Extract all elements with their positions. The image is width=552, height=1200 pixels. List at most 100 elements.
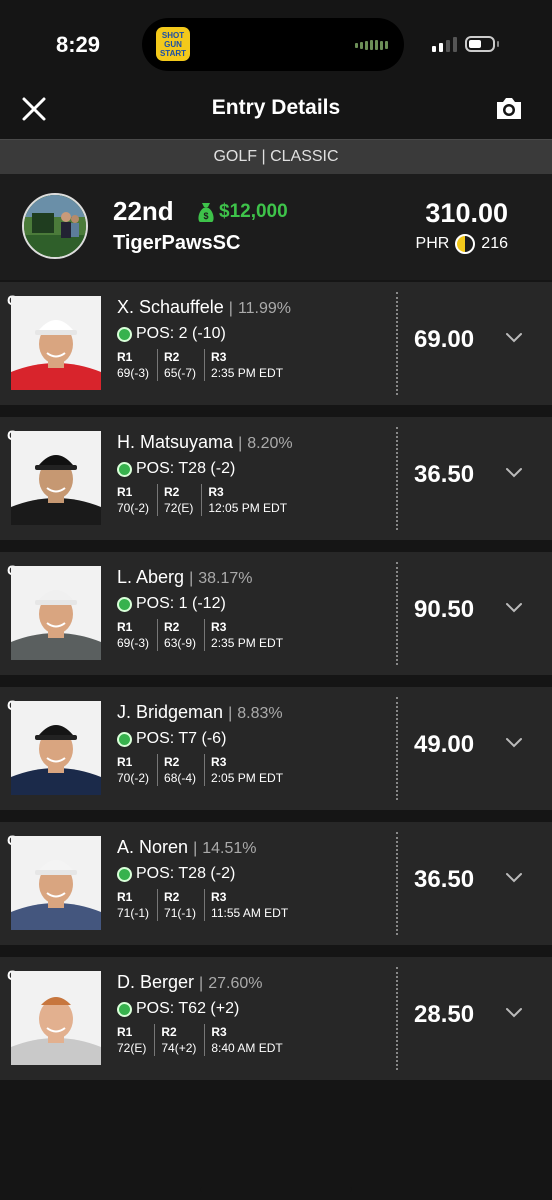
phr-value: 216 xyxy=(481,235,508,252)
round-cell: R2 65(-7) xyxy=(164,349,206,381)
entry-summary: 22nd $ $12,000 TigerPawsSC 310.00 PHR 21… xyxy=(0,174,552,280)
round-cell: R3 2:35 PM EDT xyxy=(211,349,291,381)
ownership-percent: 8.83% xyxy=(237,705,283,722)
round-cell: R1 70(-2) xyxy=(117,754,159,786)
round-value: 2:35 PM EDT xyxy=(211,636,284,650)
player-points: 36.50 xyxy=(414,866,475,893)
player-name: L. Aberg | 38.17% xyxy=(117,567,253,588)
player-name: J. Bridgeman | 8.83% xyxy=(117,702,283,723)
ownership-percent: 14.51% xyxy=(202,840,257,857)
battery-icon xyxy=(465,36,495,52)
prize-text: $12,000 xyxy=(219,201,288,222)
dotted-divider xyxy=(396,427,398,530)
round-cell: R3 11:55 AM EDT xyxy=(211,889,296,921)
player-row[interactable]: G A. Noren | 14.51% POS: T28 (-2) R1 xyxy=(0,822,552,945)
chevron-down-icon[interactable] xyxy=(505,332,523,344)
round-label: R3 xyxy=(208,485,224,499)
contest-type-label: GOLF | CLASSIC xyxy=(0,139,552,175)
position-text: POS: T7 (-6) xyxy=(136,730,227,747)
chevron-down-icon[interactable] xyxy=(505,1007,523,1019)
player-name-text: J. Bridgeman xyxy=(117,702,224,722)
round-label: R1 xyxy=(117,1025,133,1039)
chevron-down-icon[interactable] xyxy=(505,602,523,614)
player-headshot xyxy=(11,836,101,930)
chevron-down-icon[interactable] xyxy=(505,872,523,884)
ownership-separator: | xyxy=(199,975,204,992)
round-cell: R3 2:35 PM EDT xyxy=(211,619,291,651)
round-cell: R3 8:40 AM EDT xyxy=(211,1024,290,1056)
position-text: POS: 2 (-10) xyxy=(136,325,226,342)
username: TigerPawsSC xyxy=(113,232,241,254)
ownership-separator: | xyxy=(228,705,233,722)
player-position: POS: 1 (-12) xyxy=(117,595,226,613)
player-row[interactable]: G L. Aberg | 38.17% POS: 1 (-12) R1 xyxy=(0,552,552,675)
ownership-separator: | xyxy=(193,840,198,857)
round-value: 71(-1) xyxy=(117,906,150,920)
dotted-divider xyxy=(396,697,398,800)
player-position: POS: T62 (+2) xyxy=(117,1000,239,1018)
round-label: R2 xyxy=(164,890,180,904)
round-value: 2:05 PM EDT xyxy=(211,771,284,785)
battery-tip xyxy=(497,41,499,47)
camera-icon[interactable] xyxy=(495,95,523,121)
player-name-text: D. Berger xyxy=(117,972,195,992)
player-name: H. Matsuyama | 8.20% xyxy=(117,432,293,453)
dotted-divider xyxy=(396,292,398,395)
round-label: R2 xyxy=(164,620,180,634)
ownership-percent: 8.20% xyxy=(247,435,293,452)
round-cell: R2 71(-1) xyxy=(164,889,206,921)
round-cell: R2 72(E) xyxy=(164,484,203,516)
round-scores: R1 69(-3) R2 63(-9) R3 2:35 PM EDT xyxy=(117,619,297,651)
chevron-down-icon[interactable] xyxy=(505,737,523,749)
round-label: R2 xyxy=(161,1025,177,1039)
player-row[interactable]: G H. Matsuyama | 8.20% POS: T28 (-2) R1 xyxy=(0,417,552,540)
dotted-divider xyxy=(396,967,398,1070)
player-points: 36.50 xyxy=(414,461,475,488)
round-value: 72(E) xyxy=(164,501,194,515)
player-headshot xyxy=(11,431,101,525)
live-status-icon xyxy=(117,596,132,612)
position-text: POS: T28 (-2) xyxy=(136,460,236,477)
dotted-divider xyxy=(396,832,398,935)
player-points: 90.50 xyxy=(414,596,475,623)
ownership-percent: 11.99% xyxy=(237,300,292,317)
round-cell: R1 70(-2) xyxy=(117,484,159,516)
top-app-bar: Entry Details xyxy=(0,90,552,138)
ownership-separator: | xyxy=(228,300,233,317)
player-row[interactable]: G J. Bridgeman | 8.83% POS: T7 (-6) R1 xyxy=(0,687,552,810)
player-position: POS: T7 (-6) xyxy=(117,730,226,748)
player-row[interactable]: G D. Berger | 27.60% POS: T62 (+2) R1 xyxy=(0,957,552,1080)
round-label: R3 xyxy=(211,350,227,364)
player-name: A. Noren | 14.51% xyxy=(117,837,257,858)
player-row[interactable]: G X. Schauffele | 11.99% POS: 2 (-10) R1 xyxy=(0,282,552,405)
ownership-separator: | xyxy=(238,435,243,452)
position-text: POS: T28 (-2) xyxy=(136,865,236,882)
status-time: 8:29 xyxy=(56,32,101,57)
shotgun-start-logo: SHOT GUN START xyxy=(156,27,190,61)
ownership-percent: 27.60% xyxy=(208,975,263,992)
round-value: 2:35 PM EDT xyxy=(211,366,284,380)
round-value: 69(-3) xyxy=(117,366,150,380)
player-name: X. Schauffele | 11.99% xyxy=(117,297,291,318)
chevron-down-icon[interactable] xyxy=(505,467,523,479)
round-scores: R1 69(-3) R2 65(-7) R3 2:35 PM EDT xyxy=(117,349,297,381)
round-cell: R2 68(-4) xyxy=(164,754,206,786)
round-value: 12:05 PM EDT xyxy=(208,501,288,515)
round-value: 74(+2) xyxy=(161,1041,197,1055)
player-headshot xyxy=(11,971,101,1065)
round-value: 70(-2) xyxy=(117,501,150,515)
phr-progress-icon xyxy=(455,234,476,254)
entry-rank: 22nd xyxy=(113,196,174,226)
ownership-percent: 38.17% xyxy=(198,570,253,587)
player-name-text: H. Matsuyama xyxy=(117,432,234,452)
player-points: 69.00 xyxy=(414,326,475,353)
round-cell: R1 71(-1) xyxy=(117,889,159,921)
round-scores: R1 71(-1) R2 71(-1) R3 11:55 AM EDT xyxy=(117,889,302,921)
audio-level-icon xyxy=(355,40,388,50)
player-name: D. Berger | 27.60% xyxy=(117,972,262,993)
player-headshot xyxy=(11,701,101,795)
money-bag-icon: $ xyxy=(198,203,214,222)
player-position: POS: 2 (-10) xyxy=(117,325,226,343)
round-label: R2 xyxy=(164,755,180,769)
phr-label: PHR xyxy=(415,235,450,252)
